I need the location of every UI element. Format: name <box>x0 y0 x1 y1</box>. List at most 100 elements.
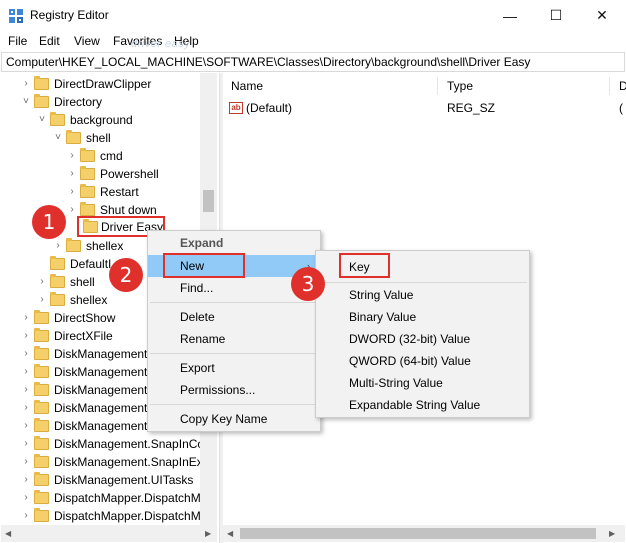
menu-item-export[interactable]: Export <box>148 357 320 379</box>
folder-icon <box>34 454 49 468</box>
tree-item[interactable]: › DirectShow <box>20 309 115 327</box>
minimize-button[interactable]: — <box>487 0 533 31</box>
tree-item[interactable]: › DiskManagement.SnapInCo <box>20 435 204 453</box>
expand-chevron-icon[interactable]: › <box>20 384 32 396</box>
collapse-chevron-icon[interactable]: ˅ <box>52 132 64 144</box>
menu-item-copy-key-name[interactable]: Copy Key Name <box>148 408 320 430</box>
tree-item[interactable]: ˅ Directory <box>20 93 102 111</box>
maximize-button[interactable]: ☐ <box>533 0 579 31</box>
submenu-item-expandable-string-value[interactable]: Expandable String Value <box>316 394 529 416</box>
tree-item[interactable]: › DiskManagement <box>20 345 147 363</box>
tree-item[interactable]: › DispatchMapper.DispatchM <box>20 507 201 525</box>
submenu-item-string-value[interactable]: String Value <box>316 284 529 306</box>
tree-item[interactable]: › shell <box>36 273 95 291</box>
tree-item[interactable]: ˅ shell <box>52 129 111 147</box>
tree-item[interactable]: › Powershell <box>66 165 159 183</box>
collapse-chevron-icon[interactable]: ˅ <box>36 114 48 126</box>
tree-item[interactable]: › DirectXFile <box>20 327 113 345</box>
folder-icon <box>34 328 49 342</box>
folder-icon <box>34 310 49 324</box>
tree-item[interactable]: › DiskManagement.UITasks <box>20 471 193 489</box>
folder-icon <box>80 166 95 180</box>
menu-item-label: Permissions... <box>180 383 256 397</box>
menu-item-label: String Value <box>349 288 414 302</box>
folder-icon <box>80 184 95 198</box>
menu-item-expand[interactable]: Expand <box>148 232 320 254</box>
tree-item-label: DirectShow <box>54 311 116 325</box>
tree-item-label: DirectXFile <box>54 329 113 343</box>
scroll-right-icon[interactable]: ▶ <box>205 529 211 538</box>
tree-item[interactable]: › shellex <box>36 291 107 309</box>
menu-edit[interactable]: Edit <box>39 34 60 48</box>
tree-item-label: DiskManagement <box>54 365 148 379</box>
expand-chevron-icon[interactable]: › <box>66 186 78 198</box>
menu-view[interactable]: View <box>74 34 100 48</box>
maximize-icon: ☐ <box>549 7 563 23</box>
menu-file[interactable]: File <box>8 34 27 48</box>
expand-chevron-icon[interactable]: › <box>66 168 78 180</box>
expand-chevron-icon[interactable]: › <box>20 366 32 378</box>
scroll-right-icon[interactable]: ▶ <box>609 529 615 538</box>
scroll-left-icon[interactable]: ◀ <box>5 529 11 538</box>
expand-chevron-icon[interactable]: › <box>20 474 32 486</box>
menu-item-permissions[interactable]: Permissions... <box>148 379 320 401</box>
tree-item[interactable]: › DirectDrawClipper <box>20 75 151 93</box>
expand-chevron-icon[interactable]: › <box>20 438 32 450</box>
tree-item[interactable]: › DiskManagement <box>20 381 147 399</box>
scroll-thumb[interactable] <box>203 190 214 212</box>
tree-item[interactable]: › DiskManagement <box>20 363 147 381</box>
tree-horizontal-scrollbar[interactable]: ◀ ▶ <box>1 525 217 542</box>
menu-item-label: Binary Value <box>349 310 417 324</box>
folder-icon <box>34 364 49 378</box>
tree-item[interactable]: › DispatchMapper.DispatchM <box>20 489 201 507</box>
tree-item[interactable]: DefaultI <box>36 255 111 273</box>
expand-chevron-icon[interactable]: › <box>20 420 32 432</box>
values-horizontal-scrollbar[interactable]: ◀ ▶ <box>223 525 625 542</box>
expand-chevron-icon[interactable]: › <box>36 294 48 306</box>
expand-chevron-icon[interactable]: › <box>20 492 32 504</box>
column-header-type[interactable]: Type <box>447 79 473 93</box>
expand-chevron-icon[interactable]: › <box>20 312 32 324</box>
collapse-chevron-icon[interactable]: ˅ <box>20 96 32 108</box>
expand-chevron-icon[interactable]: › <box>36 276 48 288</box>
value-row[interactable]: ab (Default) <box>229 99 292 117</box>
column-divider[interactable] <box>437 77 438 95</box>
string-value-icon: ab <box>229 102 243 114</box>
expand-chevron-icon[interactable]: › <box>66 204 78 216</box>
tree-item-label: Shut down <box>100 203 157 217</box>
expand-chevron-icon[interactable]: › <box>52 240 64 252</box>
column-header-data[interactable]: D <box>619 79 626 93</box>
tree-item[interactable]: › DiskManagement <box>20 417 147 435</box>
column-divider[interactable] <box>609 77 610 95</box>
expand-chevron-icon[interactable] <box>36 258 48 270</box>
menu-item-label: Multi-String Value <box>349 376 443 390</box>
tree-item-label: Powershell <box>100 167 159 181</box>
submenu-item-qword-value[interactable]: QWORD (64-bit) Value <box>316 350 529 372</box>
menu-item-rename[interactable]: Rename <box>148 328 320 350</box>
tree-item[interactable]: › DiskManagement <box>20 399 147 417</box>
scroll-thumb[interactable] <box>240 528 596 539</box>
tree-item[interactable]: › shellex <box>52 237 123 255</box>
column-header-name[interactable]: Name <box>231 79 263 93</box>
tree-item[interactable]: › DiskManagement.SnapInExt <box>20 453 206 471</box>
tree-item-label: shellex <box>86 239 124 253</box>
menu-item-delete[interactable]: Delete <box>148 306 320 328</box>
expand-chevron-icon[interactable]: › <box>20 330 32 342</box>
submenu-item-multi-string-value[interactable]: Multi-String Value <box>316 372 529 394</box>
tree-item[interactable]: › Restart <box>66 183 139 201</box>
expand-chevron-icon[interactable]: › <box>66 150 78 162</box>
tree-item[interactable]: ˅ background <box>36 111 133 129</box>
folder-icon <box>34 508 49 522</box>
expand-chevron-icon[interactable]: › <box>20 456 32 468</box>
close-button[interactable]: ✕ <box>579 0 625 31</box>
expand-chevron-icon[interactable]: › <box>20 402 32 414</box>
scroll-left-icon[interactable]: ◀ <box>227 529 233 538</box>
expand-chevron-icon[interactable]: › <box>20 78 32 90</box>
expand-chevron-icon[interactable]: › <box>20 510 32 522</box>
expand-chevron-icon[interactable]: › <box>20 348 32 360</box>
tree-item[interactable]: › cmd <box>66 147 123 165</box>
address-bar[interactable]: Computer\HKEY_LOCAL_MACHINE\SOFTWARE\Cla… <box>1 52 625 72</box>
submenu-item-dword-value[interactable]: DWORD (32-bit) Value <box>316 328 529 350</box>
tree-item-label: shell <box>70 275 95 289</box>
submenu-item-binary-value[interactable]: Binary Value <box>316 306 529 328</box>
